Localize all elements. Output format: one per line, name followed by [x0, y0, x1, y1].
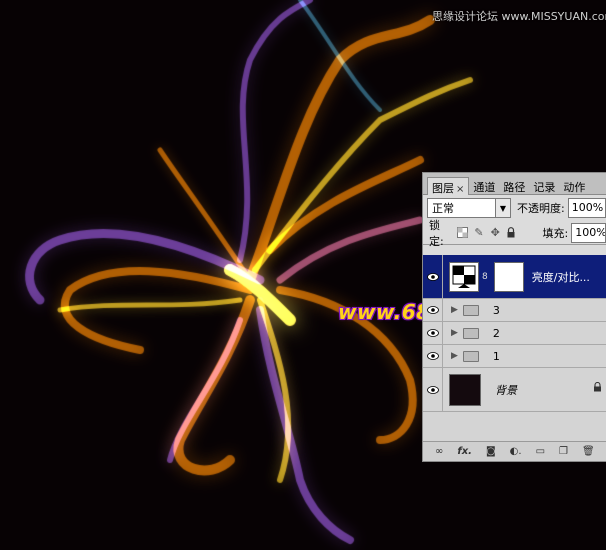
layers-list: 8 亮度/对比... ▶ 3 ▶ 2 ▶ 1 背景 — [423, 255, 606, 443]
tab-history-label: 记录 — [533, 181, 556, 194]
chain-link-icon[interactable]: 8 — [482, 272, 488, 282]
tab-channels[interactable]: 通道 — [469, 177, 499, 195]
fill-label: 填充: — [542, 226, 569, 240]
lock-label: 锁定: — [429, 218, 444, 248]
folder-icon[interactable]: ▭ — [536, 446, 545, 457]
layer-group-2[interactable]: ▶ 2 — [423, 322, 606, 345]
layer-name: 背景 — [495, 383, 517, 397]
eye-icon[interactable] — [423, 299, 443, 321]
eye-icon[interactable] — [423, 368, 443, 411]
layer-name: 3 — [492, 303, 500, 317]
lock-fill-row: 锁定: ✎ ✥ 填充: 100% — [423, 219, 606, 248]
layer-name: 1 — [492, 349, 500, 363]
opacity-label: 不透明度: — [516, 202, 565, 215]
close-icon[interactable]: × — [456, 184, 464, 195]
lock-move-icon[interactable]: ✥ — [490, 226, 500, 239]
tab-paths-label: 路径 — [503, 181, 526, 194]
eye-icon[interactable] — [423, 345, 443, 367]
lock-all-icon[interactable] — [506, 227, 516, 239]
layer-mask-thumbnail[interactable] — [493, 261, 524, 292]
panel-tabs: 图层 × 通道 路径 记录 动作 — [423, 173, 606, 195]
layer-group-3[interactable]: ▶ 3 — [423, 299, 606, 322]
chevron-down-icon[interactable]: ▼ — [494, 199, 510, 217]
blend-mode-select[interactable]: 正常 ▼ — [427, 198, 511, 218]
opacity-input[interactable]: 100% — [567, 198, 606, 218]
new-layer-icon[interactable]: ❐ — [559, 446, 568, 457]
watermark-text: 思缘设计论坛 www.MISSYUAN.com — [432, 10, 606, 23]
tab-layers[interactable]: 图层 × — [427, 177, 470, 195]
adjustment-icon[interactable]: ◐. — [510, 446, 522, 457]
trash-icon[interactable]: 🗑 — [582, 446, 595, 457]
lock-icon — [593, 381, 602, 395]
background-thumbnail — [449, 373, 481, 406]
folder-icon — [462, 304, 479, 316]
mask-icon[interactable]: ◙ — [486, 446, 496, 457]
layer-group-1[interactable]: ▶ 1 — [423, 345, 606, 368]
expand-arrow-icon[interactable]: ▶ — [451, 328, 458, 338]
tab-history[interactable]: 记录 — [529, 177, 559, 195]
layer-brightness-contrast[interactable]: 8 亮度/对比... — [423, 255, 606, 299]
layer-name: 2 — [492, 326, 500, 340]
tab-paths[interactable]: 路径 — [499, 177, 529, 195]
tab-actions-label: 动作 — [563, 181, 586, 194]
folder-icon — [462, 350, 479, 362]
folder-icon — [462, 327, 479, 339]
layers-panel: 图层 × 通道 路径 记录 动作 正常 ▼ 不透明度: 100% 锁定: ✎ ✥ … — [422, 172, 606, 462]
adjustment-layer-icon — [449, 261, 479, 292]
panel-bottom-toolbar: ∞ fx. ◙ ◐. ▭ ❐ 🗑 — [423, 441, 606, 461]
expand-arrow-icon[interactable]: ▶ — [451, 351, 458, 361]
blend-mode-value: 正常 — [432, 202, 454, 215]
tab-channels-label: 通道 — [473, 181, 496, 194]
lock-brush-icon[interactable]: ✎ — [474, 226, 484, 239]
layer-background[interactable]: 背景 — [423, 368, 606, 412]
eye-icon[interactable] — [423, 322, 443, 344]
tab-actions[interactable]: 动作 — [559, 177, 589, 195]
fx-icon[interactable]: fx. — [457, 446, 472, 457]
eye-icon[interactable] — [423, 255, 443, 298]
tab-layers-label: 图层 — [432, 182, 454, 195]
lock-transparent-icon[interactable] — [456, 227, 468, 239]
fill-input[interactable]: 100% — [571, 222, 606, 243]
layer-name: 亮度/对比... — [531, 270, 590, 284]
link-icon[interactable]: ∞ — [435, 446, 443, 457]
expand-arrow-icon[interactable]: ▶ — [451, 305, 458, 315]
